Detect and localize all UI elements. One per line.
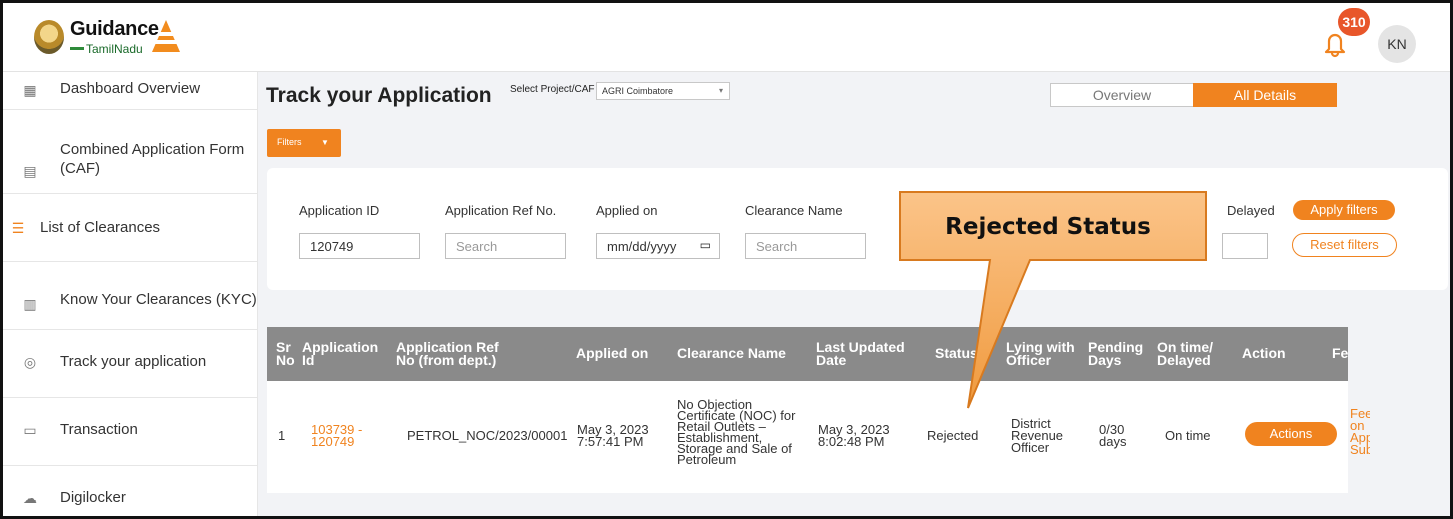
sidebar-item-digilocker[interactable]: ☁ Digilocker [0, 466, 258, 519]
col-clearance-name: Clearance Name [677, 345, 786, 361]
sidebar-item-dashboard[interactable]: ▦ Dashboard Overview [0, 72, 258, 110]
callout-text: Rejected Status [945, 214, 1151, 240]
top-header: Guidance TamilNadu 310 KN [0, 0, 1453, 72]
document-icon: ▤ [23, 163, 37, 179]
book-icon: ▥ [23, 296, 37, 312]
sidebar-item-kyc[interactable]: ▥ Know Your Clearances (KYC) [0, 262, 258, 330]
user-avatar[interactable]: KN [1378, 25, 1416, 63]
view-toggle: Overview All Details [1050, 83, 1337, 107]
col-app-ref: Application Ref No (from dept.) [396, 339, 499, 368]
cell-last-updated: May 3, 2023 8:02:48 PM [818, 422, 890, 449]
tab-overview[interactable]: Overview [1051, 84, 1193, 106]
col-sr-no: Sr No [276, 339, 295, 368]
cell-ref-no: PETROL_NOC/2023/00001 [407, 428, 568, 443]
project-select[interactable]: AGRI Coimbatore ▾ [596, 82, 730, 100]
calendar-icon[interactable]: ▭ [700, 238, 711, 252]
col-applied-on: Applied on [576, 345, 649, 361]
page-title: Track your Application [266, 84, 492, 107]
tab-all-details[interactable]: All Details [1193, 83, 1337, 107]
sidebar-item-clearances[interactable]: ☰ List of Clearances [0, 194, 258, 262]
rejected-status-callout: Rejected Status [899, 191, 1207, 409]
sidebar-item-track[interactable]: ◎ Track your application [0, 330, 258, 398]
cell-officer: District Revenue Officer [1011, 416, 1064, 455]
guidance-logo[interactable]: Guidance TamilNadu [34, 18, 180, 58]
cell-clearance-name: No Objection Certificate (NOC) for Retai… [677, 397, 796, 467]
applied-on-date-input[interactable]: mm/dd/yyyy ▭ [596, 233, 720, 259]
cell-application-id-link[interactable]: 103739 - 120749 [311, 423, 367, 448]
application-id-input[interactable]: 120749 [299, 233, 420, 259]
clearance-name-label: Clearance Name [745, 203, 843, 218]
list-icon: ☰ [11, 220, 25, 236]
card-icon: ▭ [23, 422, 37, 438]
sidebar-item-caf[interactable]: ▤ Combined Application Form (CAF) [0, 110, 258, 194]
notification-badge[interactable]: 310 [1338, 8, 1370, 36]
sidebar-item-transaction[interactable]: ▭ Transaction [0, 398, 258, 466]
brand-subtitle: TamilNadu [86, 42, 143, 56]
app-ref-label: Application Ref No. [445, 203, 557, 218]
cell-sr-no: 1 [278, 428, 286, 443]
sidebar: ▦ Dashboard Overview ▤ Combined Applicat… [0, 72, 258, 519]
chevron-down-icon: ▾ [718, 86, 723, 95]
cell-applied-on: May 3, 2023 7:57:41 PM [577, 422, 649, 449]
application-id-label: Application ID [299, 203, 380, 218]
actions-button[interactable]: Actions [1245, 422, 1337, 446]
clearance-name-input[interactable]: Search [745, 233, 866, 259]
cell-status: Rejected [927, 428, 979, 443]
col-application-id: Application Id [302, 339, 379, 368]
grid-icon: ▦ [23, 82, 37, 98]
app-ref-input[interactable]: Search [445, 233, 566, 259]
temple-mark-icon [152, 20, 180, 52]
tn-emblem-icon [34, 20, 64, 54]
brand-name: Guidance [70, 18, 159, 40]
cloud-icon: ☁ [23, 490, 37, 506]
filters-button[interactable]: Filters ▼ [267, 129, 341, 157]
cell-pending-days: 0/30 days [1099, 422, 1127, 449]
location-pin-icon: ◎ [23, 354, 37, 370]
caret-down-icon: ▼ [321, 138, 329, 147]
cell-ontime: On time [1165, 428, 1211, 443]
select-project-label: Select Project/CAF [510, 84, 595, 95]
applied-on-label: Applied on [596, 203, 658, 218]
